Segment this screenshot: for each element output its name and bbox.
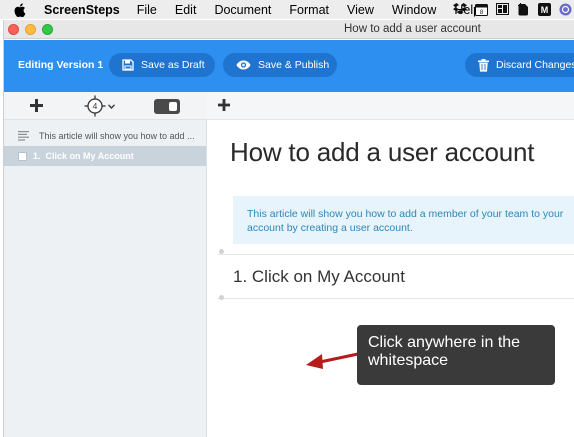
menu-format[interactable]: Format [289,3,329,17]
menu-view[interactable]: View [347,3,374,17]
toggle-view-button[interactable] [154,99,180,114]
steps-sidebar: 4 This article will show you how to add … [4,92,207,437]
article-intro[interactable]: This article will show you how to add a … [233,196,574,244]
zoom-window-button[interactable] [42,24,53,35]
divider [217,298,574,299]
menu-edit[interactable]: Edit [175,3,197,17]
annotation-text: Click anywhere in the whitespace [368,334,521,369]
add-step-button[interactable] [28,97,44,113]
divider [217,254,574,255]
mail-badge-icon[interactable]: M [537,2,551,16]
text-lines-icon [18,131,29,141]
window-title: How to add a user account [344,23,481,35]
save-and-publish-label: Save & Publish [258,59,330,71]
article-editor[interactable]: How to add a user account This article w… [207,92,574,437]
step-heading[interactable]: 1. Click on My Account [233,267,405,287]
dropbox-icon[interactable] [453,2,467,16]
crosshair-step-icon: 4 [84,95,106,117]
app-circle-icon[interactable] [558,2,572,16]
calendar-icon[interactable]: 8 [474,2,488,16]
article-title[interactable]: How to add a user account [230,137,534,168]
save-as-draft-button[interactable]: Save as Draft [109,53,215,77]
step-level-number: 4 [93,101,98,111]
toc-item-intro-label: This article will show you how to add ..… [39,131,195,141]
drag-handle[interactable] [219,295,224,300]
sidebar-toolbar: 4 [4,92,207,120]
toc-step-label: Click on My Account [45,151,134,161]
floppy-disk-icon [122,59,134,71]
menu-window[interactable]: Window [392,3,436,17]
eye-icon [236,60,251,70]
editing-toolbar: Editing Version 1 Save as Draft Save & P… [4,40,574,92]
toggle-knob [169,102,177,111]
save-and-publish-button[interactable]: Save & Publish [223,53,337,77]
menu-app-name[interactable]: ScreenSteps [44,3,120,17]
toc-item-step-1[interactable]: 1. Click on My Account [4,146,206,166]
save-as-draft-label: Save as Draft [141,59,205,71]
editor-toolbar [207,92,574,120]
title-bar: How to add a user account [4,20,574,39]
svg-text:M: M [540,5,548,15]
plus-icon [29,98,43,112]
toc-item-intro[interactable]: This article will show you how to add ..… [4,126,206,146]
discard-changes-button[interactable]: Discard Changes [465,53,574,77]
step-checkbox[interactable] [18,151,27,161]
add-content-button[interactable] [216,97,232,113]
apple-menu-icon[interactable] [14,2,30,17]
minimize-window-button[interactable] [25,24,36,35]
toc-step-number: 1. [33,151,41,161]
annotation-callout: Click anywhere in the whitespace [357,325,555,385]
step-level-button[interactable]: 4 [84,95,122,117]
editing-version-label: Editing Version 1 [18,59,104,71]
evernote-icon[interactable] [516,2,530,16]
menu-file[interactable]: File [137,3,157,17]
menu-document[interactable]: Document [214,3,271,17]
plus-icon [218,99,230,111]
window-manager-icon[interactable] [495,2,509,16]
trash-icon [478,58,489,72]
menu-bar: ScreenSteps File Edit Document Format Vi… [0,0,574,19]
chevron-down-icon [108,103,115,109]
discard-changes-label: Discard Changes [496,59,574,71]
article-intro-text: This article will show you how to add a … [247,208,564,234]
annotation-arrow-icon [306,352,360,369]
close-window-button[interactable] [8,24,19,35]
menu-tray: 8 M [453,2,572,16]
